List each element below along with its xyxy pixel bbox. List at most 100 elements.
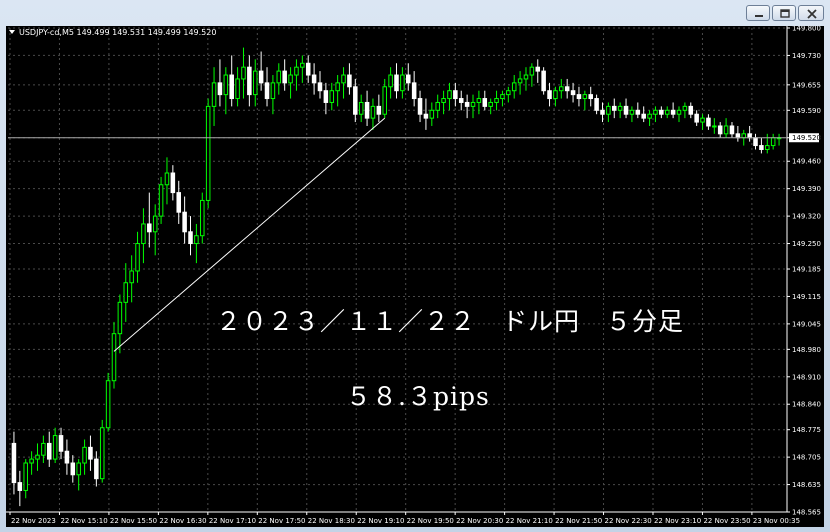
candle-body (376, 105, 382, 115)
candle-body (441, 98, 446, 103)
candle-body (670, 109, 676, 115)
candle-body (623, 105, 629, 115)
candle-body (488, 101, 493, 107)
candle-body (41, 442, 46, 456)
candle-body (723, 125, 729, 135)
price-tick-label: 148.980 (792, 346, 821, 354)
candle-body (676, 109, 682, 115)
candle-body (629, 109, 635, 115)
candle-body (176, 192, 182, 213)
candle-body (759, 145, 764, 150)
price-tick-label: 148.775 (792, 426, 821, 434)
candle-body (282, 70, 287, 84)
candle-body (523, 74, 529, 80)
time-axis: 22 Nov 2023 22 Nov 15:10 22 Nov 15:50 22 No… (9, 512, 800, 525)
candle-body (694, 113, 699, 123)
price-tick-label: 148.705 (792, 454, 821, 462)
candle-body (735, 133, 741, 139)
price-chart[interactable]: 149.800 149.730 149.655 149.590 149.520 149.4… (6, 26, 824, 527)
candle-body (717, 125, 723, 135)
close-button[interactable] (798, 5, 824, 21)
candle-body (435, 101, 440, 111)
price-tick-label: 149.730 (792, 52, 821, 60)
candle-body (494, 98, 499, 103)
time-tick-label: 22 Nov 20:30 (456, 517, 503, 525)
candle-body (594, 98, 599, 111)
price-tick-label: 149.115 (792, 293, 821, 301)
candle-body (611, 105, 617, 111)
close-icon (807, 9, 817, 19)
candle-body (200, 199, 205, 237)
candle-body (264, 82, 270, 100)
candle-body (17, 482, 23, 491)
restore-button[interactable] (772, 5, 796, 21)
candle-body (276, 70, 282, 84)
candle-body (635, 109, 641, 115)
time-tick-label: 22 Nov 23:50 (703, 517, 750, 525)
candle-body (588, 94, 593, 100)
candle-body (323, 90, 329, 103)
candle-body (411, 82, 417, 100)
time-tick-label: 22 Nov 15:50 (110, 517, 157, 525)
candle-body (400, 74, 405, 92)
chart-grid (6, 26, 788, 513)
candle-body (576, 94, 582, 100)
candle-body (76, 462, 81, 476)
price-tick-label: 149.655 (792, 81, 821, 89)
candle-body (347, 74, 352, 88)
candle-body (223, 74, 229, 96)
candle-body (258, 70, 264, 84)
candle-body (464, 101, 470, 107)
candle-body (111, 333, 117, 382)
candle-body (394, 74, 399, 92)
candle-body (364, 101, 370, 119)
candle-body (582, 94, 588, 100)
candle-body (288, 74, 293, 84)
candle-body (406, 74, 411, 84)
candle-body (417, 98, 423, 115)
candle-body (335, 82, 340, 92)
candle-body (211, 82, 217, 107)
price-tick-label: 149.460 (792, 158, 821, 166)
candle-body (70, 462, 76, 476)
candle-body (641, 113, 646, 119)
candle-body (353, 86, 358, 115)
symbol-header: USDJPY-cd,M5 149.499 149.531 149.499 149… (19, 28, 216, 37)
candle-body (247, 66, 252, 96)
minimize-button[interactable] (746, 5, 770, 21)
candle-body (252, 70, 258, 96)
candle-body (99, 427, 105, 480)
candle-body (188, 231, 193, 245)
candle-body (470, 101, 476, 107)
candle-body (164, 172, 170, 186)
candle-body (765, 145, 770, 150)
chart-area[interactable]: 149.800 149.730 149.655 149.590 149.520 149.4… (6, 26, 824, 527)
time-tick-label: 22 Nov 19:50 (407, 517, 454, 525)
candle-body (664, 109, 670, 115)
candle-body (423, 113, 429, 119)
candle-body (152, 215, 158, 233)
minimize-icon (755, 15, 763, 17)
candle-body (700, 117, 705, 123)
candle-body (653, 109, 658, 115)
price-tick-label: 149.390 (792, 185, 821, 193)
candle-body (511, 82, 517, 92)
time-tick-label: 22 Nov 21:50 (555, 517, 602, 525)
candle-body (600, 109, 605, 115)
time-tick-label: 23 Nov 00:35 (753, 517, 800, 525)
time-tick-label: 22 Nov 21:10 (506, 517, 553, 525)
candle-body (541, 70, 546, 92)
candle-body (46, 442, 52, 460)
candle-body (94, 458, 99, 480)
restore-icon (780, 9, 790, 18)
candle-body (311, 74, 317, 84)
candle-body (547, 90, 552, 100)
candle-body (317, 82, 323, 92)
candle-body (741, 133, 747, 139)
candle-body (453, 90, 458, 100)
candle-body (23, 462, 28, 491)
price-tick-label: 149.800 (792, 26, 821, 33)
candle-body (682, 105, 688, 111)
candle-body (688, 105, 694, 115)
candle-body (158, 184, 164, 217)
